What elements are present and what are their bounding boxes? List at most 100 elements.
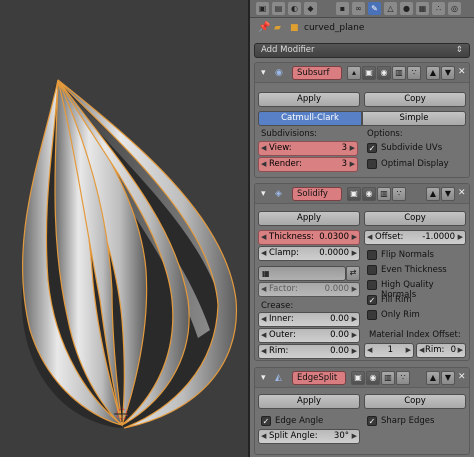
move-down-icon[interactable]: ▼ (441, 66, 455, 80)
arrow-right-icon[interactable]: ▶ (352, 283, 357, 296)
arrow-right-icon[interactable]: ▶ (352, 430, 357, 443)
thickness-field[interactable]: ◀ Thickness: 0.0300 ▶ (258, 230, 360, 245)
render-layers-icon[interactable]: ▤ (272, 2, 285, 15)
view-levels-field[interactable]: ◀ View: 3 ▶ (258, 141, 358, 156)
vertices-icon[interactable]: ∵ (392, 187, 406, 201)
3d-viewport[interactable] (0, 0, 248, 457)
object-icon[interactable]: ▪ (336, 2, 349, 15)
subdivide-uvs-checkbox[interactable]: ✓ (367, 143, 377, 153)
arrow-left-icon[interactable]: ◀ (367, 344, 372, 357)
close-icon[interactable]: ✕ (458, 371, 466, 383)
edgesplit-name-field[interactable]: EdgeSplit (292, 371, 346, 385)
arrow-right-icon[interactable]: ▶ (352, 329, 357, 342)
wrench-icon[interactable]: ✎ (368, 2, 381, 15)
arrow-left-icon[interactable]: ◀ (261, 231, 266, 244)
render-icon[interactable]: ▣ (351, 371, 365, 385)
arrow-right-icon[interactable]: ▶ (352, 313, 357, 326)
edge-angle-checkbox[interactable]: ✓ (261, 416, 271, 426)
invert-icon[interactable]: ⇄ (346, 266, 360, 281)
only-rim-checkbox[interactable] (367, 310, 377, 320)
solidify-copy-button[interactable]: Copy (364, 211, 466, 226)
arrow-right-icon[interactable]: ▶ (458, 344, 463, 357)
editmode-icon[interactable]: ▥ (381, 371, 395, 385)
editmode-icon[interactable]: ▥ (377, 187, 391, 201)
arrow-right-icon[interactable]: ▶ (352, 231, 357, 244)
crease-outer-field[interactable]: ◀ Outer: 0.00 ▶ (258, 328, 360, 343)
arrow-right-icon[interactable]: ▶ (352, 247, 357, 260)
fill-rim-checkbox[interactable]: ✓ (367, 295, 377, 305)
arrow-right-icon[interactable]: ▶ (458, 231, 463, 244)
subsurf-copy-button[interactable]: Copy (364, 92, 466, 107)
add-modifier-button[interactable]: Add Modifier ⇕ (254, 43, 470, 58)
material-rim-field[interactable]: ◀ Rim: 0 ▶ (416, 343, 466, 358)
crease-rim-field[interactable]: ◀ Rim: 0.00 ▶ (258, 344, 360, 359)
move-up-icon[interactable]: ▲ (426, 187, 440, 201)
editmode-cage-icon[interactable]: ▴ (347, 66, 361, 80)
arrow-left-icon[interactable]: ◀ (261, 329, 266, 342)
edgesplit-modifier: ▾ ◭ EdgeSplit ▣ ◉ ▥ ∵ ▲ ▼ ✕ Apply Copy ✓… (254, 367, 470, 455)
texture-icon[interactable]: ▦ (416, 2, 429, 15)
arrow-left-icon[interactable]: ◀ (261, 142, 266, 155)
split-angle-field[interactable]: ◀ Split Angle: 30° ▶ (258, 429, 360, 444)
arrow-left-icon[interactable]: ◀ (261, 247, 266, 260)
solidify-apply-button[interactable]: Apply (258, 211, 360, 226)
solidify-name-field[interactable]: Solidify (292, 187, 342, 201)
edgesplit-copy-button[interactable]: Copy (364, 394, 466, 409)
vertex-group-field[interactable]: ▦ (258, 266, 346, 281)
subsurf-apply-button[interactable]: Apply (258, 92, 360, 107)
arrow-right-icon[interactable]: ▶ (350, 158, 355, 171)
vertices-icon[interactable]: ∵ (407, 66, 421, 80)
physics-icon[interactable]: ◎ (448, 2, 461, 15)
constraints-icon[interactable]: ∞ (352, 2, 365, 15)
move-up-icon[interactable]: ▲ (426, 66, 440, 80)
triangle-down-icon[interactable]: ▾ (261, 67, 266, 79)
triangle-down-icon[interactable]: ▾ (261, 372, 266, 384)
eye-icon[interactable]: ◉ (377, 66, 391, 80)
properties-header: ▣ ▤ ◐ ◆ ▪ ∞ ✎ △ ● ▦ ∴ ◎ (250, 0, 474, 18)
arrow-right-icon[interactable]: ▶ (350, 142, 355, 155)
pin-icon[interactable]: 📌 (258, 22, 270, 33)
arrow-left-icon[interactable]: ◀ (261, 283, 266, 296)
arrow-left-icon[interactable]: ◀ (261, 430, 266, 443)
eye-icon[interactable]: ◉ (362, 187, 376, 201)
close-icon[interactable]: ✕ (458, 187, 466, 199)
arrow-left-icon[interactable]: ◀ (367, 231, 372, 244)
catmull-clark-option[interactable]: Catmull-Clark (258, 111, 362, 126)
render-icon[interactable]: ▣ (347, 187, 361, 201)
subsurf-name-field[interactable]: Subsurf (292, 66, 342, 80)
move-down-icon[interactable]: ▼ (441, 371, 455, 385)
render-levels-field[interactable]: ◀ Render: 3 ▶ (258, 157, 358, 172)
arrow-left-icon[interactable]: ◀ (261, 158, 266, 171)
flip-normals-checkbox[interactable] (367, 250, 377, 260)
data-icon[interactable]: △ (384, 2, 397, 15)
arrow-left-icon[interactable]: ◀ (261, 313, 266, 326)
edgesplit-apply-button[interactable]: Apply (258, 394, 360, 409)
close-icon[interactable]: ✕ (458, 66, 466, 78)
material-icon[interactable]: ● (400, 2, 413, 15)
arrow-right-icon[interactable]: ▶ (406, 344, 411, 357)
crease-inner-field[interactable]: ◀ Inner: 0.00 ▶ (258, 312, 360, 327)
arrow-left-icon[interactable]: ◀ (419, 344, 424, 357)
world-icon[interactable]: ◐ (288, 2, 301, 15)
eye-icon[interactable]: ◉ (366, 371, 380, 385)
move-up-icon[interactable]: ▲ (426, 371, 440, 385)
editmode-icon[interactable]: ▥ (392, 66, 406, 80)
simple-option[interactable]: Simple (362, 111, 466, 126)
arrow-right-icon[interactable]: ▶ (352, 345, 357, 358)
factor-field[interactable]: ◀ Factor: 0.000 ▶ (258, 282, 360, 297)
even-thickness-checkbox[interactable] (367, 265, 377, 275)
scene-icon[interactable]: ◆ (304, 2, 317, 15)
offset-field[interactable]: ◀ Offset: -1.0000 ▶ (364, 230, 466, 245)
sharp-edges-checkbox[interactable]: ✓ (367, 416, 377, 426)
clamp-field[interactable]: ◀ Clamp: 0.0000 ▶ (258, 246, 360, 261)
triangle-down-icon[interactable]: ▾ (261, 188, 266, 200)
render-icon[interactable]: ▣ (362, 66, 376, 80)
high-quality-normals-checkbox[interactable] (367, 280, 377, 290)
vertices-icon[interactable]: ∵ (396, 371, 410, 385)
material-offset-field[interactable]: ◀ 1 ▶ (364, 343, 414, 358)
arrow-left-icon[interactable]: ◀ (261, 345, 266, 358)
optimal-display-checkbox[interactable] (367, 159, 377, 169)
camera-icon[interactable]: ▣ (256, 2, 269, 15)
particles-icon[interactable]: ∴ (432, 2, 445, 15)
move-down-icon[interactable]: ▼ (441, 187, 455, 201)
